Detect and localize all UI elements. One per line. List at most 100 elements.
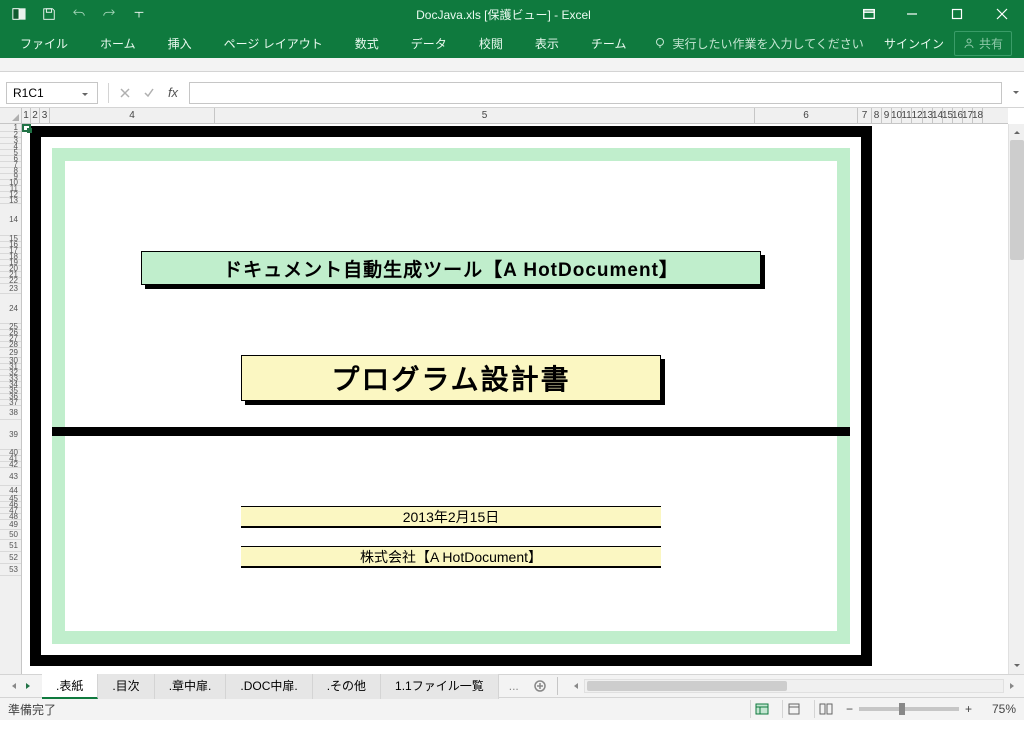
signin-link[interactable]: サインイン [884, 35, 944, 52]
lightbulb-icon [654, 37, 666, 49]
name-box-value: R1C1 [13, 86, 44, 100]
row-headers: 1234567891011121314151617181920212223242… [0, 124, 22, 674]
divider [557, 677, 558, 695]
zoom-track[interactable] [859, 707, 959, 711]
zoom-slider[interactable]: − + [846, 702, 972, 716]
save-icon[interactable] [36, 2, 62, 26]
doc-title-main: プログラム設計書 [241, 355, 661, 401]
cancel-icon[interactable] [113, 82, 137, 104]
tab-data[interactable]: データ [395, 29, 463, 58]
horizontal-scrollbar[interactable] [564, 679, 1024, 693]
select-all-cell[interactable] [0, 108, 22, 124]
sheet-tab[interactable]: .章中扉. [155, 674, 227, 699]
cells-area[interactable]: ドキュメント自動生成ツール【A HotDocument】 プログラム設計書 20… [22, 124, 1008, 674]
sheet-tab[interactable]: 1.1ファイル一覧 [381, 674, 499, 699]
row-header[interactable]: 50 [0, 530, 21, 540]
minimize-button[interactable] [889, 0, 934, 28]
row-header[interactable]: 49 [0, 520, 21, 530]
scroll-right-icon[interactable] [1008, 679, 1016, 693]
row-header[interactable]: 51 [0, 540, 21, 552]
vertical-scrollbar[interactable] [1008, 124, 1024, 674]
active-cell [22, 124, 31, 132]
tab-file[interactable]: ファイル [4, 29, 84, 58]
tab-review[interactable]: 校閲 [463, 29, 519, 58]
sheet-nav-prev-icon[interactable] [10, 679, 18, 693]
formula-input[interactable] [189, 82, 1002, 104]
tab-insert[interactable]: 挿入 [152, 29, 208, 58]
column-header[interactable]: 2 [31, 108, 40, 123]
sheet-tab-bar: .表紙.目次.章中扉..DOC中扉..その他1.1ファイル一覧 ... [0, 674, 1024, 698]
enter-icon[interactable] [137, 82, 161, 104]
titlebar: DocJava.xls [保護ビュー] - Excel [0, 0, 1024, 28]
zoom-knob[interactable] [899, 703, 905, 715]
divider [108, 83, 109, 103]
tab-formulas[interactable]: 数式 [339, 29, 395, 58]
column-header[interactable]: 3 [40, 108, 50, 123]
sheet-tab[interactable]: .表紙 [42, 674, 98, 699]
view-normal-icon[interactable] [750, 700, 774, 718]
column-header[interactable]: 18 [973, 108, 983, 123]
ribbon-body-collapsed [0, 58, 1024, 72]
doc-company: 株式会社【A HotDocument】 [241, 546, 661, 568]
name-box[interactable]: R1C1 [6, 82, 98, 104]
row-header[interactable]: 52 [0, 552, 21, 564]
ribbon-tabs: ファイル ホーム 挿入 ページ レイアウト 数式 データ 校閲 表示 チーム 実… [0, 28, 1024, 58]
close-button[interactable] [979, 0, 1024, 28]
row-header[interactable]: 24 [0, 294, 21, 324]
zoom-percentage[interactable]: 75% [980, 702, 1016, 716]
excel-icon[interactable] [6, 2, 32, 26]
scroll-thumb[interactable] [587, 681, 787, 691]
status-ready: 準備完了 [8, 701, 56, 718]
zoom-minus-icon[interactable]: − [846, 702, 853, 716]
sheet-more[interactable]: ... [499, 679, 529, 693]
row-header[interactable]: 23 [0, 284, 21, 294]
sheet-tab[interactable]: .DOC中扉. [226, 674, 312, 699]
column-header[interactable]: 1 [22, 108, 31, 123]
fx-icon[interactable]: fx [161, 82, 185, 104]
spreadsheet-grid: 123456789101112131415161718 123456789101… [0, 108, 1024, 674]
view-pagelayout-icon[interactable] [782, 700, 806, 718]
sheet-tab[interactable]: .その他 [313, 674, 381, 699]
scroll-down-icon[interactable] [1009, 658, 1024, 674]
quick-access-toolbar [0, 2, 158, 26]
column-headers: 123456789101112131415161718 [22, 108, 1008, 124]
row-header[interactable]: 39 [0, 420, 21, 450]
scroll-up-icon[interactable] [1009, 124, 1024, 140]
doc-date: 2013年2月15日 [241, 506, 661, 528]
column-header[interactable]: 6 [755, 108, 858, 123]
view-pagebreak-icon[interactable] [814, 700, 838, 718]
tell-me-search[interactable]: 実行したい作業を入力してください [642, 29, 875, 58]
share-button[interactable]: 共有 [954, 31, 1012, 56]
row-header[interactable]: 14 [0, 204, 21, 236]
window-title: DocJava.xls [保護ビュー] - Excel [158, 6, 849, 23]
scroll-track[interactable] [584, 679, 1004, 693]
maximize-button[interactable] [934, 0, 979, 28]
column-header[interactable]: 8 [872, 108, 882, 123]
column-header[interactable]: 7 [858, 108, 872, 123]
tab-team[interactable]: チーム [575, 29, 643, 58]
ribbon-display-options-icon[interactable] [849, 7, 889, 21]
column-header[interactable]: 5 [215, 108, 755, 123]
scroll-left-icon[interactable] [572, 679, 580, 693]
row-header[interactable]: 53 [0, 564, 21, 576]
document-canvas: ドキュメント自動生成ツール【A HotDocument】 プログラム設計書 20… [30, 126, 872, 666]
chevron-down-icon[interactable] [81, 88, 91, 98]
tab-home[interactable]: ホーム [84, 29, 152, 58]
formula-bar: R1C1 fx [0, 78, 1024, 108]
sheet-tab[interactable]: .目次 [98, 674, 154, 699]
sheet-nav-next-icon[interactable] [24, 679, 32, 693]
share-label: 共有 [979, 35, 1003, 52]
person-icon [963, 37, 975, 49]
add-sheet-button[interactable] [529, 680, 551, 692]
row-header[interactable]: 43 [0, 468, 21, 486]
redo-icon[interactable] [96, 2, 122, 26]
zoom-plus-icon[interactable]: + [965, 702, 972, 716]
row-header[interactable]: 38 [0, 406, 21, 420]
scroll-thumb[interactable] [1010, 140, 1024, 260]
undo-icon[interactable] [66, 2, 92, 26]
formula-bar-expand-icon[interactable] [1008, 88, 1024, 98]
qat-customize-icon[interactable] [126, 2, 152, 26]
tab-view[interactable]: 表示 [519, 29, 575, 58]
column-header[interactable]: 4 [50, 108, 215, 123]
tab-pagelayout[interactable]: ページ レイアウト [208, 29, 339, 58]
